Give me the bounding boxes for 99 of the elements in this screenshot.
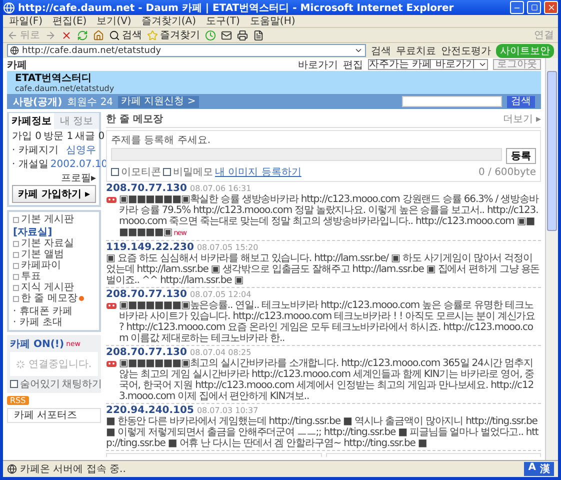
post-ip: 208.70.77.130 xyxy=(106,183,187,194)
post-date: 08.07.04 08:25 xyxy=(190,348,252,357)
post-text: ▣■■■■■■▣최고의 실시간바카라를 소개합니다. http://c123.mooo.com 365일 24시간 멈추지 않는 최고의 게임 실시간바카라 http://c123.mooo.com 세계인들과 함께 KIN기는 바카라로 영어, 중국어, 한국어 지원 http://c123.mooo.com 세계에서 인정받는 최고의 게임과 만나보세요. http://c123.mooo.com 이제 집에서 편안하게 KIN겨보.. xyxy=(119,358,536,402)
menu-item[interactable]: 도구(T) xyxy=(206,14,240,28)
edit-link[interactable]: 편집 xyxy=(343,58,363,72)
cafe-url: cafe.daum.net/etatstudy xyxy=(15,84,116,92)
memo-input[interactable] xyxy=(111,148,502,161)
memo-title: 한 줄 메모장 xyxy=(106,113,163,126)
ie-icon xyxy=(3,2,15,14)
menu-item[interactable]: 편집(E) xyxy=(52,14,87,28)
toolbar-link[interactable]: 검색 xyxy=(371,44,391,58)
menu-item[interactable]: 한 줄 메모장 xyxy=(13,293,95,304)
loading-text: 연결중입니다. xyxy=(28,358,92,371)
checkbox[interactable] xyxy=(163,168,171,176)
menu-link[interactable]: · 카페 초대 xyxy=(13,317,95,328)
close-icon xyxy=(546,3,556,12)
page-icon xyxy=(10,46,19,55)
stat: 새글 0 xyxy=(75,130,105,143)
cafe-status: 사랑(공개) xyxy=(13,96,62,108)
scrollbar[interactable] xyxy=(545,58,558,460)
caret-icon[interactable] xyxy=(354,46,363,55)
maximize-button[interactable] xyxy=(527,1,541,14)
menu-item[interactable]: 보기(V) xyxy=(96,14,132,28)
history-icon[interactable] xyxy=(205,30,216,40)
menu-group[interactable]: [자료실] xyxy=(13,227,95,238)
favorites-button[interactable]: 즐겨찾기 xyxy=(147,28,200,42)
window-title: http://cafe.daum.net - Daum 카페 | ETAT번역스터디 - Microsoft Internet Explorer xyxy=(18,2,455,14)
search-button[interactable]: 검색 xyxy=(109,28,142,42)
cafe-title: ETAT번역스터디 xyxy=(15,72,93,84)
post-date: 08.07.03 10:37 xyxy=(196,406,258,415)
post-text: ▣■■■■■■▣높은승률.. 연일.. 테크노바카라 http://c123.mooo.com 높은 승률로 유명한 테크노바카라 사이트가 있습니다. http://c123.mooo.com 테크노바카라 ! ! 아직도 모르시는 분이 계신가요 ? http://c123.mooo.com 요즘 온라인 게임은 모두 테크노바카라에서 하시죠. http://c123.mooo.com 이름값 제대로하는 테크노바카라 한.. xyxy=(119,300,536,344)
post-text: ■ 한동안 다른 바카라에서 게임했는데 http://ting.ssr.be ■ 역시나 출금액이 많아지니 http://ting.ssr.be ■ 이렇게 저렇게되면서 출금을 안해주더군여 ㅡㅡ;; http://ting.ssr.be ■ 피글님들 얼마나 벌었다고.. http://ting.ssr.be ■ 어휴 난 다시는 딴데서 겜 안할라구염~ http://ting.ssr.be ■ xyxy=(106,416,540,449)
info-label: · 카페지기 xyxy=(12,144,58,157)
image-link[interactable]: 내 이미지 등록하기 xyxy=(215,165,302,179)
edit-icon[interactable] xyxy=(253,30,264,40)
minimize-button[interactable] xyxy=(510,1,524,14)
profile-link[interactable]: 프로필▸ xyxy=(60,171,96,185)
post-text: ▣ 요즘 하도 심심해서 바카라를 해보고 있습니다. http://lam.ssr.be/ ▣ 하도 사기게임이 많아서 걱정이었는데 http://lam.ssr.be ▣ 생각밖으로 입출금도 잘해주고 http://lam.ssr.be ▣ 집에서 편하게 그냥 용돈벌이죠.. ^^ http://lam.ssr.be ▣ xyxy=(106,253,541,286)
cafe-logo[interactable]: 카페 xyxy=(7,58,27,72)
close-button[interactable] xyxy=(544,1,558,14)
ime-bar[interactable]: A 漢 xyxy=(524,462,554,476)
menu-item[interactable]: 지식 게시판 xyxy=(13,282,95,293)
post-date: 08.07.05 12:04 xyxy=(190,290,252,299)
member-count: 회원수 24 xyxy=(67,96,114,108)
post-ip: 119.149.22.230 xyxy=(106,242,194,253)
toolbar-link[interactable]: 안전도평가 xyxy=(441,44,491,58)
post-ip: 208.70.77.130 xyxy=(106,347,187,358)
toolbar-link[interactable]: 무료치료 xyxy=(396,44,436,58)
refresh-icon[interactable] xyxy=(77,30,88,40)
menu-link[interactable]: · 휴대폰 카페 xyxy=(13,306,95,317)
menu-item[interactable]: 기본 앨범 xyxy=(13,249,95,260)
memo-option[interactable]: 이모티콘 xyxy=(111,165,161,179)
back-arrow-icon xyxy=(7,30,18,40)
home-icon[interactable] xyxy=(93,30,104,40)
post-date: 08.07.05 15:20 xyxy=(196,243,258,252)
join-button[interactable]: 카페 가입하기 ▸ xyxy=(12,185,96,203)
post-ip: 220.94.240.105 xyxy=(106,405,194,416)
cafe-on-title: 카페 ON(!) xyxy=(10,338,64,351)
info-label: · 개설일 xyxy=(12,158,48,171)
menu-item[interactable]: 즐겨찾기(A) xyxy=(141,14,196,28)
menu-item[interactable]: 파일(F) xyxy=(9,14,43,28)
stat: 가입 0 xyxy=(12,130,42,143)
menu-item[interactable]: 기본 게시판 xyxy=(13,214,95,225)
print-icon[interactable] xyxy=(237,30,248,40)
memo-prompt: 주제를 등록해 주세요. xyxy=(111,134,212,147)
supporters-box: 카페 서포터즈 xyxy=(7,408,101,423)
menu-item[interactable]: 카페파이 xyxy=(13,260,95,271)
info-value: 2002.07.10 xyxy=(50,158,108,170)
caret-icon[interactable] xyxy=(478,60,487,69)
apply-button[interactable]: 카페 지원신청 > xyxy=(118,96,199,108)
cafe-dropdown[interactable]: 자주가는 카페 바로가기 xyxy=(368,59,488,70)
mail-icon[interactable] xyxy=(221,30,232,40)
spinner-icon xyxy=(16,360,26,368)
stat: 방문 1 xyxy=(44,130,74,143)
status-text: 카페온 서버에 접속 중.. xyxy=(20,463,126,476)
address-field[interactable]: http://cafe.daum.net/etatstudy xyxy=(7,44,366,57)
stop-icon[interactable] xyxy=(61,30,72,40)
menu-item[interactable]: 도움말(H) xyxy=(250,14,296,28)
checkbox[interactable] xyxy=(111,168,119,176)
byte-counter: 0 / 600byte xyxy=(478,166,536,178)
memo-option[interactable]: 비밀메모 xyxy=(163,165,213,179)
post-ip: 208.70.77.130 xyxy=(106,289,187,300)
more-link[interactable]: 더보기 ▸ xyxy=(502,112,541,126)
submit-button[interactable]: 등록 xyxy=(506,148,536,164)
menu-item[interactable]: 투표 xyxy=(13,271,95,282)
info-value: 심영우 xyxy=(66,144,96,157)
maximize-icon xyxy=(530,4,538,11)
post-date: 08.07.06 16:31 xyxy=(190,184,252,193)
hide-option[interactable]: 숨어있기 xyxy=(10,377,60,391)
tab[interactable]: 카페정보 xyxy=(9,113,54,129)
chat-link[interactable]: 채팅하기 xyxy=(62,377,102,391)
page-icon xyxy=(7,464,17,474)
checkbox[interactable] xyxy=(10,380,18,388)
search-button[interactable]: 검색 xyxy=(507,96,535,108)
menu-item[interactable]: 기본 자료실 xyxy=(13,238,95,249)
search-field[interactable] xyxy=(402,96,502,107)
star-icon xyxy=(147,30,158,40)
shortcut-link[interactable]: 바로가기 xyxy=(298,58,338,72)
search-icon xyxy=(109,30,120,40)
